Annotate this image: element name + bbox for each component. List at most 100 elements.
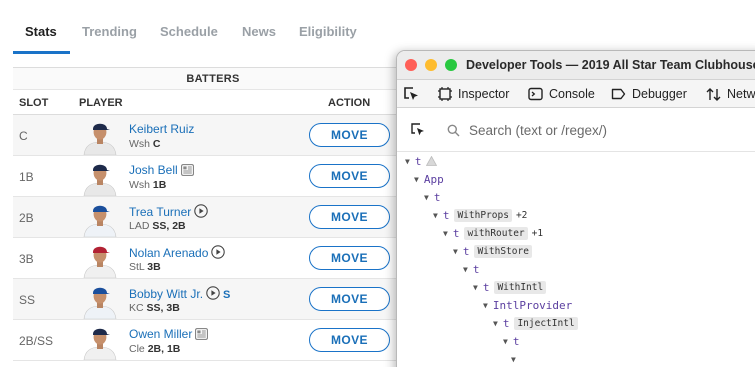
roster-slot: 2B/SS	[19, 334, 54, 348]
news-icon[interactable]	[180, 164, 194, 176]
tab-console-label: Console	[549, 87, 595, 101]
video-play-icon[interactable]	[206, 286, 220, 300]
expand-toggle-icon[interactable]: ▼	[433, 211, 438, 220]
player-team: Wsh	[129, 138, 150, 150]
player-name[interactable]: Josh Bell	[129, 163, 194, 177]
tree-node[interactable]: ▼ t	[424, 188, 440, 206]
component-name: IntlProvider	[492, 298, 573, 312]
tab-inspector[interactable]: Inspector	[438, 80, 509, 108]
player-name[interactable]: Nolan Arenado	[129, 245, 226, 260]
hoc-badge: WithProps	[454, 208, 512, 222]
player-name-link[interactable]: Trea Turner	[129, 205, 191, 219]
component-name: t	[512, 334, 520, 348]
inspector-icon	[438, 87, 452, 101]
player-name[interactable]: Bobby Witt Jr. S	[129, 286, 230, 301]
tab-debugger[interactable]: Debugger	[611, 80, 687, 108]
tab-network[interactable]: Network	[706, 80, 755, 108]
expand-toggle-icon[interactable]: ▼	[453, 247, 458, 256]
video-play-icon[interactable]	[211, 245, 226, 259]
tree-node[interactable]: ▼ t WithIntl	[473, 278, 547, 296]
player-meta: StL 3B	[129, 261, 161, 273]
player-name[interactable]: Owen Miller	[129, 327, 209, 341]
devtools-window: Developer Tools — 2019 All Star Team Clu…	[396, 50, 755, 367]
table-row: SS Bobby Witt Jr. S KC SS, 3B MOVE	[13, 279, 413, 320]
player-positions: 2B, 1B	[147, 343, 181, 355]
expand-toggle-icon[interactable]: ▼	[483, 301, 488, 310]
player-meta: LAD SS, 2B	[129, 220, 186, 232]
component-name: t	[442, 208, 450, 222]
hoc-count: +1	[531, 227, 544, 239]
debugger-icon	[611, 88, 626, 100]
player-headshot	[83, 205, 117, 237]
video-play-icon[interactable]	[194, 204, 208, 218]
player-meta: Wsh 1B	[129, 179, 166, 191]
expand-toggle-icon[interactable]: ▼	[424, 193, 429, 202]
search-icon	[447, 124, 460, 137]
tree-node[interactable]: ▼ t WithProps +2	[433, 206, 527, 224]
tab-eligibility[interactable]: Eligibility	[299, 24, 357, 39]
component-name: t	[482, 280, 490, 294]
player-name-link[interactable]: Bobby Witt Jr.	[129, 287, 203, 301]
player-headshot	[83, 287, 117, 319]
expand-toggle-icon[interactable]: ▼	[493, 319, 498, 328]
player-meta: Wsh C	[129, 138, 161, 150]
tree-node[interactable]: ▼ IntlProvider	[483, 296, 572, 314]
player-team: Cle	[129, 343, 145, 355]
expand-toggle-icon[interactable]: ▼	[443, 229, 448, 238]
tree-node[interactable]: ▼ t withRouter +1	[443, 224, 543, 242]
tree-node[interactable]: ▼	[511, 350, 521, 367]
tab-trending[interactable]: Trending	[82, 24, 137, 39]
console-icon	[528, 87, 543, 101]
roster-slot: C	[19, 129, 28, 143]
close-window-button[interactable]	[405, 59, 417, 71]
component-name: t	[452, 226, 460, 240]
component-name: t	[414, 154, 422, 168]
hoc-count: +2	[515, 209, 528, 221]
move-button-keibert-ruiz[interactable]: MOVE	[309, 123, 390, 147]
move-button-trea-turner[interactable]: MOVE	[309, 205, 390, 229]
tab-news[interactable]: News	[242, 24, 276, 39]
tree-node[interactable]: ▼ t WithStore	[453, 242, 532, 260]
player-name-link[interactable]: Nolan Arenado	[129, 246, 208, 260]
tree-node[interactable]: ▼ t	[503, 332, 519, 350]
tree-node[interactable]: ▼ t	[463, 260, 479, 278]
news-icon[interactable]	[195, 328, 209, 340]
expand-toggle-icon[interactable]: ▼	[473, 283, 478, 292]
tab-inspector-label: Inspector	[458, 87, 510, 101]
move-button-owen-miller[interactable]: MOVE	[309, 328, 390, 352]
hoc-badge: withRouter	[464, 226, 528, 240]
component-name: t	[502, 316, 510, 330]
expand-toggle-icon[interactable]: ▼	[405, 157, 410, 166]
tab-schedule[interactable]: Schedule	[160, 24, 218, 39]
expand-toggle-icon[interactable]: ▼	[463, 265, 468, 274]
element-picker-button[interactable]	[402, 85, 420, 108]
expand-toggle-icon[interactable]: ▼	[511, 355, 516, 364]
tab-console[interactable]: Console	[528, 80, 595, 108]
move-button-bobby-witt-jr[interactable]: MOVE	[309, 287, 390, 311]
player-name[interactable]: Trea Turner	[129, 204, 208, 219]
minimize-window-button[interactable]	[425, 59, 437, 71]
player-positions: SS, 2B	[152, 220, 186, 232]
tree-node[interactable]: ▼ t	[405, 152, 438, 170]
player-headshot	[83, 164, 117, 196]
hoc-badge: InjectIntl	[514, 316, 578, 330]
tree-node[interactable]: ▼ App	[414, 170, 444, 188]
column-headers: SLOT PLAYER ACTION	[13, 90, 413, 115]
expand-toggle-icon[interactable]: ▼	[503, 337, 508, 346]
player-name-link[interactable]: Owen Miller	[129, 327, 192, 341]
select-element-icon[interactable]	[410, 122, 426, 138]
move-button-nolan-arenado[interactable]: MOVE	[309, 246, 390, 270]
player-name[interactable]: Keibert Ruiz	[129, 122, 194, 136]
zoom-window-button[interactable]	[445, 59, 457, 71]
tree-node[interactable]: ▼ t InjectIntl	[493, 314, 578, 332]
player-name-link[interactable]: Keibert Ruiz	[129, 122, 194, 136]
tab-stats[interactable]: Stats	[25, 24, 57, 39]
player-meta: Cle 2B, 1B	[129, 343, 180, 355]
move-button-josh-bell[interactable]: MOVE	[309, 164, 390, 188]
component-name: t	[433, 190, 441, 204]
expand-toggle-icon[interactable]: ▼	[414, 175, 419, 184]
player-name-link[interactable]: Josh Bell	[129, 163, 178, 177]
inspector-search-bar	[397, 108, 755, 152]
search-input[interactable]	[469, 120, 749, 140]
network-icon	[706, 87, 721, 101]
